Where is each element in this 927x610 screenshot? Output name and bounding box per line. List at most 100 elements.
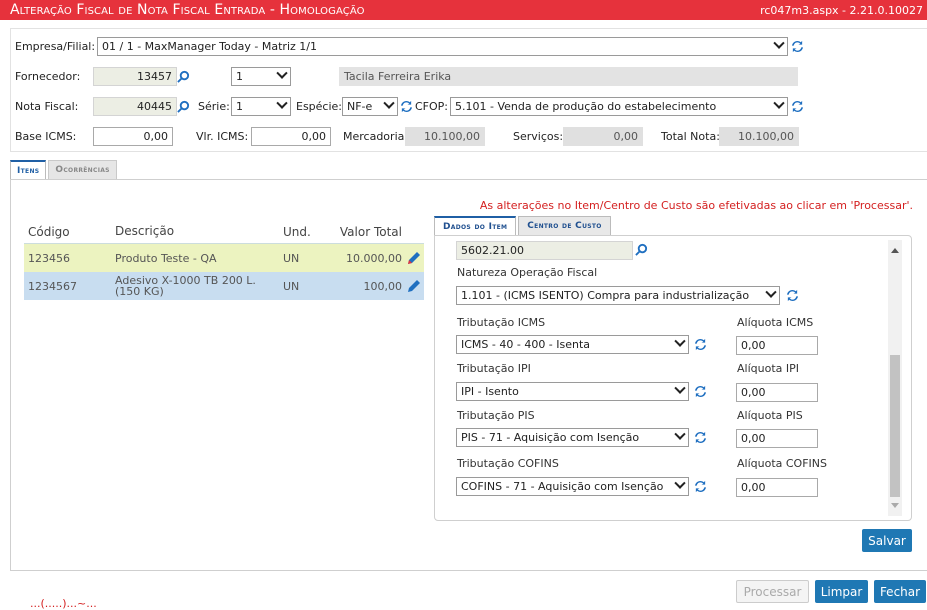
cell-descricao: Produto Teste - QA (115, 251, 217, 265)
chevron-down-icon (383, 98, 395, 109)
search-icon[interactable] (177, 70, 190, 83)
fornecedor-code-field[interactable]: 13457 (93, 67, 177, 86)
especie-select-value: NF-e (347, 100, 373, 113)
edit-pencil-icon[interactable] (406, 250, 422, 266)
natureza-select[interactable]: 1.101 - (ICMS ISENTO) Compra para indust… (456, 286, 780, 305)
cfop-select[interactable]: 5.101 - Venda de produção do estabelecim… (450, 97, 788, 116)
tributacao-ipi-select[interactable]: IPI - Isento (456, 382, 689, 401)
cell-descricao: Adesivo X-1000 TB 200 L. (150 KG) (115, 274, 256, 298)
fechar-button[interactable]: Fechar (874, 580, 926, 603)
cell-codigo: 1234567 (28, 279, 77, 293)
tributacao-ipi-value: IPI - Isento (461, 385, 519, 398)
servicos-field: 0,00 (563, 127, 643, 146)
serie-label: Série: (198, 100, 230, 113)
chevron-down-icon (276, 68, 288, 79)
search-icon[interactable] (177, 100, 190, 113)
header-panel: Empresa/Filial: 01 / 1 - MaxManager Toda… (10, 28, 927, 152)
scroll-thumb[interactable] (890, 355, 900, 497)
nota-fiscal-label: Nota Fiscal: (15, 100, 79, 113)
col-codigo[interactable]: Código (24, 225, 111, 239)
chevron-down-icon (674, 478, 686, 489)
table-row[interactable]: 123456 Produto Teste - QA UN 10.000,00 (24, 244, 424, 272)
refresh-icon[interactable] (694, 385, 707, 398)
detail-scrollbar[interactable] (888, 240, 902, 516)
scroll-up-arrow-icon[interactable] (891, 248, 899, 253)
vlr-icms-label: Vlr. ICMS: (196, 130, 249, 143)
cell-valor: 100,00 (363, 279, 403, 293)
especie-select[interactable]: NF-e (342, 97, 398, 116)
tributacao-cofins-select[interactable]: COFINS - 71 - Aquisição com Isenção (456, 477, 689, 496)
version-label: rc047m3.aspx - 2.21.0.10027 (760, 3, 923, 17)
search-icon[interactable] (635, 243, 648, 256)
items-grid: Código Descrição Und. Valor Total 123456… (24, 220, 424, 300)
aliquota-pis-label: Alíquota PIS (737, 409, 803, 422)
title-bar: Alteração Fiscal de Nota Fiscal Entrada … (0, 0, 927, 20)
tributacao-pis-select[interactable]: PIS - 71 - Aquisição com Isenção (456, 428, 689, 447)
aliquota-icms-field[interactable]: 0,00 (736, 336, 818, 355)
vlr-icms-field[interactable]: 0,00 (251, 127, 331, 146)
serie-select-value: 1 (236, 100, 243, 113)
fornecedor-label: Fornecedor: (15, 70, 81, 83)
limpar-button[interactable]: Limpar (815, 580, 868, 603)
cfop-label: CFOP: (415, 100, 449, 113)
page-title: Alteração Fiscal de Nota Fiscal Entrada … (10, 2, 365, 18)
tab-dados-item[interactable]: Dados do Item (434, 216, 517, 235)
cell-codigo: 123456 (28, 251, 70, 265)
refresh-icon[interactable] (694, 431, 707, 444)
ncm-field[interactable]: 5602.21.00 (456, 241, 633, 260)
tab-centro-custo[interactable]: Centro de Custo (518, 216, 611, 235)
total-nota-field: 10.100,00 (719, 127, 799, 146)
refresh-icon[interactable] (694, 480, 707, 493)
serie-select[interactable]: 1 (231, 97, 291, 116)
natureza-label: Natureza Operação Fiscal (457, 266, 598, 279)
empresa-select-value: 01 / 1 - MaxManager Today - Matriz 1/1 (102, 40, 317, 53)
tab-ocorrencias[interactable]: Ocorrências (48, 160, 117, 179)
fornecedor-select[interactable]: 1 (231, 67, 291, 86)
processing-notice: As alterações no Item/Centro de Custo sã… (479, 199, 913, 212)
chevron-down-icon (674, 336, 686, 347)
refresh-icon[interactable] (694, 338, 707, 351)
col-und[interactable]: Und. (279, 225, 325, 239)
refresh-icon[interactable] (786, 289, 799, 302)
tributacao-icms-select[interactable]: ICMS - 40 - 400 - Isenta (456, 335, 689, 354)
cell-und: UN (283, 279, 300, 293)
especie-label: Espécie: (296, 100, 343, 113)
col-valor-total[interactable]: Valor Total (325, 225, 404, 239)
grid-header: Código Descrição Und. Valor Total (24, 220, 424, 244)
tab-itens[interactable]: Itens (10, 160, 47, 180)
empresa-label: Empresa/Filial: (15, 40, 96, 53)
aliquota-cofins-field[interactable]: 0,00 (736, 478, 818, 497)
aliquota-cofins-label: Alíquota COFINS (737, 457, 827, 470)
cell-valor: 10.000,00 (346, 251, 402, 265)
scroll-down-arrow-icon[interactable] (891, 503, 899, 508)
nota-fiscal-field[interactable]: 40445 (93, 97, 177, 116)
tributacao-icms-label: Tributação ICMS (457, 316, 546, 329)
detail-tabs: Dados do Item Centro de Custo (434, 216, 613, 235)
tributacao-cofins-label: Tributação COFINS (457, 457, 559, 470)
salvar-button[interactable]: Salvar (862, 529, 912, 552)
aliquota-ipi-field[interactable]: 0,00 (736, 383, 818, 402)
chevron-down-icon (674, 429, 686, 440)
refresh-icon[interactable] (791, 40, 804, 53)
empresa-select[interactable]: 01 / 1 - MaxManager Today - Matriz 1/1 (97, 37, 788, 56)
table-row[interactable]: 1234567 Adesivo X-1000 TB 200 L. (150 KG… (24, 272, 424, 300)
fornecedor-select-value: 1 (236, 70, 243, 83)
chevron-down-icon (765, 287, 777, 298)
cell-und: UN (283, 251, 300, 265)
main-tabs: Itens Ocorrências (10, 160, 119, 180)
refresh-icon[interactable] (400, 100, 413, 113)
base-icms-field[interactable]: 0,00 (93, 127, 173, 146)
aliquota-pis-field[interactable]: 0,00 (736, 429, 818, 448)
processar-button[interactable]: Processar (736, 580, 809, 603)
tributacao-pis-value: PIS - 71 - Aquisição com Isenção (461, 431, 640, 444)
refresh-icon[interactable] (791, 100, 804, 113)
natureza-select-value: 1.101 - (ICMS ISENTO) Compra para indust… (461, 289, 750, 302)
footer-message: ...(.....)...~... (30, 597, 97, 610)
mercadoria-field: 10.100,00 (405, 127, 485, 146)
cfop-select-value: 5.101 - Venda de produção do estabelecim… (455, 100, 717, 113)
fornecedor-name-field: Tacila Ferreira Erika (339, 67, 798, 86)
edit-pencil-icon[interactable] (406, 278, 422, 294)
servicos-label: Serviços: (513, 130, 564, 143)
col-descricao[interactable]: Descrição (111, 225, 279, 237)
aliquota-icms-label: Alíquota ICMS (737, 316, 814, 329)
